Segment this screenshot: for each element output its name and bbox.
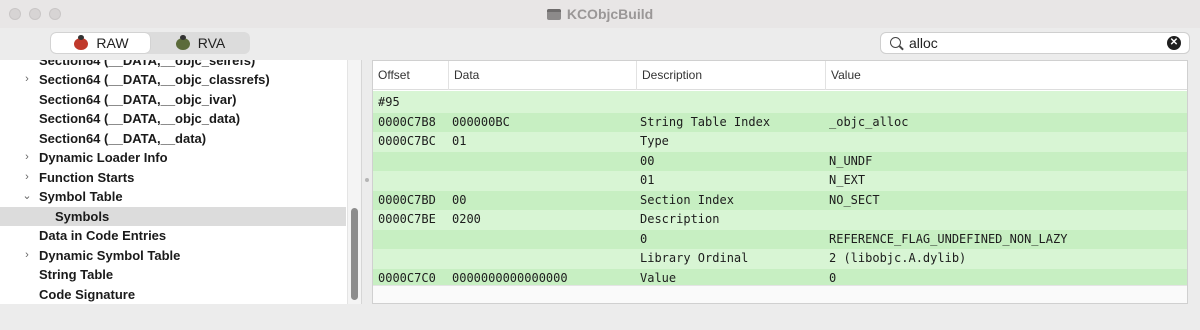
search-field[interactable]: ✕: [880, 32, 1190, 54]
raw-mode-label: RAW: [96, 35, 129, 51]
sidebar-item[interactable]: Symbols: [0, 206, 346, 226]
sidebar-item[interactable]: Data in Code Entries: [0, 226, 346, 246]
cell-value: NO_SECT: [829, 192, 880, 207]
disclosure-chevron-icon[interactable]: ⌄: [22, 187, 32, 207]
cell-description: 00: [640, 153, 655, 168]
bottom-bar: [0, 304, 1200, 330]
cell-offset: #95: [378, 95, 400, 109]
cell-value: N_UNDF: [829, 153, 873, 168]
sidebar-tree: Section64 (__DATA,__objc_selrefs) › Sectio…: [0, 60, 362, 304]
toolbar: RAW RVA ✕: [0, 28, 1200, 60]
table-row[interactable]: 0000C7BC 01 Type: [373, 132, 1187, 152]
table-body: #95 0000C7B8 000000BC String Table Index _ob…: [373, 91, 1187, 288]
sidebar-item-label: Function Starts: [39, 169, 135, 185]
sidebar-item[interactable]: Section64 (__DATA,__data): [0, 129, 346, 149]
sidebar-item-label: Section64 (__DATA,__objc_ivar): [39, 91, 237, 107]
sidebar-item-label: Section64 (__DATA,__objc_classrefs): [39, 72, 270, 87]
disclosure-chevron-icon[interactable]: ›: [22, 148, 32, 168]
column-header-offset[interactable]: Offset: [373, 61, 448, 90]
table-row[interactable]: 01 N_EXT: [373, 171, 1187, 191]
sidebar-item-label: Data in Code Entries: [39, 228, 167, 243]
sidebar-item-label: Symbols: [55, 208, 110, 224]
clear-search-icon[interactable]: ✕: [1167, 36, 1181, 50]
disclosure-chevron-icon[interactable]: ›: [22, 168, 32, 188]
cell-value: N_EXT: [829, 173, 866, 187]
cell-data: 01: [452, 134, 467, 148]
cell-description: Library Ordinal: [640, 251, 749, 265]
sidebar-item[interactable]: Section64 (__DATA,__objc_data): [0, 109, 346, 129]
sidebar-item[interactable]: Code Signature: [0, 285, 346, 305]
sidebar-item[interactable]: ⌄ Symbol Table: [0, 187, 346, 207]
sidebar-scrollbar-thumb[interactable]: [351, 208, 358, 300]
search-input[interactable]: [909, 34, 1159, 52]
table-row[interactable]: 0000C7BE 0200 Description: [373, 210, 1187, 230]
cell-data: 00: [452, 192, 467, 207]
cell-offset: 0000C7BE: [378, 212, 436, 226]
table-header: Offset Data Description Value: [373, 61, 1187, 90]
sidebar-item[interactable]: Section64 (__DATA,__objc_ivar): [0, 90, 346, 110]
rva-mode-button[interactable]: RVA: [150, 33, 249, 53]
cell-description: String Table Index: [640, 114, 771, 129]
table-row[interactable]: 0000C7BD 00 Section Index NO_SECT: [373, 190, 1187, 210]
cell-value: _objc_alloc: [829, 114, 909, 129]
cell-description: Section Index: [640, 192, 734, 207]
table-horizontal-scrollbar[interactable]: [373, 285, 1187, 303]
cell-offset: 0000C7BC: [378, 134, 436, 148]
sidebar-item-label: Section64 (__DATA,__objc_selrefs): [39, 60, 256, 68]
column-header-data[interactable]: Data: [448, 61, 636, 90]
sidebar-item[interactable]: › Dynamic Symbol Table: [0, 246, 346, 266]
cell-value: REFERENCE_FLAG_UNDEFINED_NON_LAZY: [829, 231, 1068, 246]
document-icon: [546, 8, 561, 20]
window-title-group: KCObjcBuild: [0, 0, 1200, 28]
disclosure-chevron-icon[interactable]: ›: [22, 70, 32, 90]
table-row[interactable]: Library Ordinal 2 (libobjc.A.dylib): [373, 249, 1187, 269]
sidebar-item-label: Section64 (__DATA,__data): [39, 130, 207, 146]
cell-description: Type: [640, 134, 669, 148]
raw-mode-button[interactable]: RAW: [51, 33, 150, 53]
cell-value: 2 (libobjc.A.dylib): [829, 251, 967, 265]
disclosure-chevron-icon[interactable]: ›: [22, 246, 32, 266]
symbol-table-view: Offset Data Description Value #95 0000C7B…: [372, 60, 1188, 304]
search-icon: [890, 37, 901, 48]
table-row[interactable]: #95: [373, 93, 1187, 113]
window-title: KCObjcBuild: [566, 6, 654, 22]
sidebar-item[interactable]: › Dynamic Loader Info: [0, 148, 346, 168]
sidebar-item-label: Code Signature: [39, 286, 136, 302]
cell-description: 0: [640, 231, 648, 246]
cell-offset: 0000C7BD: [378, 192, 436, 207]
column-header-description[interactable]: Description: [636, 61, 825, 90]
ladybug-red-icon: [72, 35, 90, 51]
sidebar-item-label: Symbol Table: [39, 189, 123, 204]
table-row[interactable]: 0000C7B8 000000BC String Table Index _objc_…: [373, 112, 1187, 132]
sidebar-item[interactable]: › Function Starts: [0, 168, 346, 188]
sidebar-item[interactable]: › Section64 (__DATA,__objc_classrefs): [0, 70, 346, 90]
split-view-divider[interactable]: [362, 60, 372, 304]
ladybug-green-icon: [174, 35, 192, 51]
cell-description: Description: [640, 212, 720, 226]
cell-offset: 0000C7B8: [378, 114, 436, 129]
sidebar-item[interactable]: Section64 (__DATA,__objc_selrefs): [0, 60, 346, 70]
cell-description: 01: [640, 173, 655, 187]
sidebar-item-label: String Table: [39, 267, 114, 282]
sidebar-item-label: Dynamic Symbol Table: [39, 247, 181, 263]
column-header-value[interactable]: Value: [825, 61, 1187, 90]
app-window: KCObjcBuild RAW RVA ✕ Section64 (__DATA,…: [0, 0, 1200, 330]
title-bar: KCObjcBuild: [0, 0, 1200, 28]
divider-handle-icon: [365, 178, 369, 182]
rva-mode-label: RVA: [197, 35, 226, 51]
sidebar-item-label: Dynamic Loader Info: [39, 150, 168, 165]
cell-data: 000000BC: [452, 114, 510, 129]
cell-data: 0200: [452, 212, 481, 226]
table-row[interactable]: 0 REFERENCE_FLAG_UNDEFINED_NON_LAZY: [373, 229, 1187, 249]
sidebar-scrollbar[interactable]: [347, 60, 361, 304]
sidebar-item[interactable]: String Table: [0, 265, 346, 285]
address-mode-segmented-control: RAW RVA: [50, 32, 250, 54]
sidebar-item-label: Section64 (__DATA,__objc_data): [39, 111, 241, 126]
table-row[interactable]: 00 N_UNDF: [373, 151, 1187, 171]
